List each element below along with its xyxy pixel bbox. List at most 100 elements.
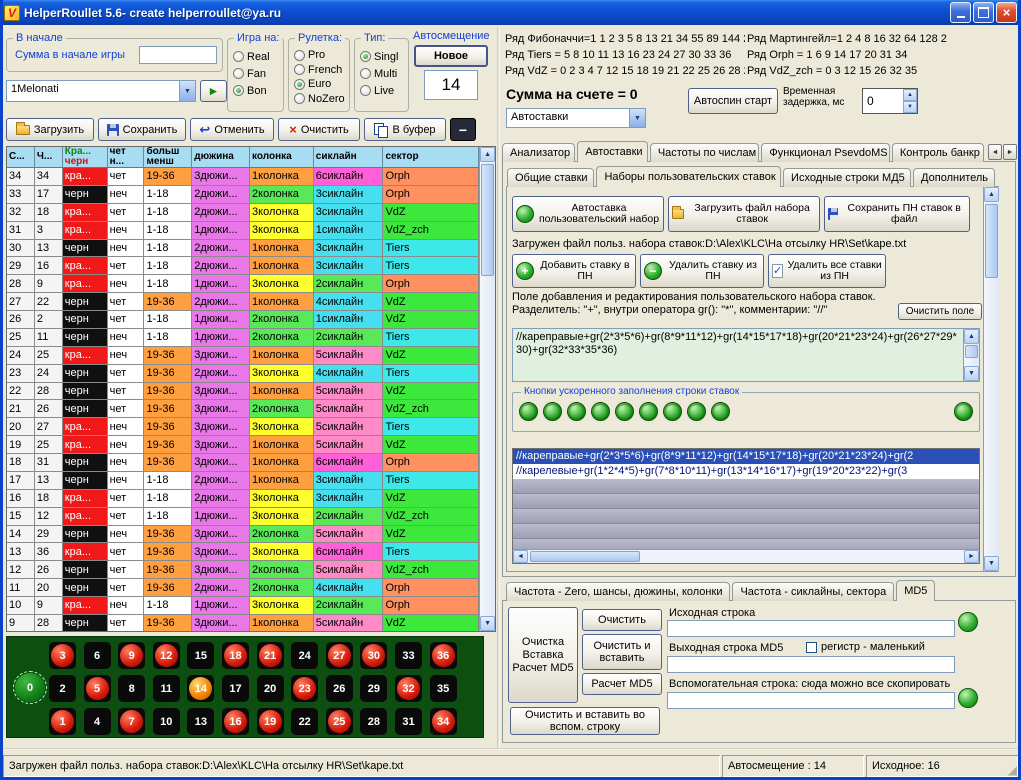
quick-fill-button-7[interactable] [663, 402, 682, 421]
roulette-number-10[interactable]: 10 [153, 708, 180, 735]
roulette-number-12[interactable]: 12 [153, 642, 180, 669]
table-row[interactable]: 2916кра...чет1-182дюжи...1колонка3сиклай… [7, 257, 479, 275]
roulette-number-32[interactable]: 32 [395, 675, 422, 702]
table-row[interactable]: 3317черннеч1-182дюжи...2колонка3сиклайнO… [7, 186, 479, 204]
radio-multi[interactable]: Multi [360, 65, 406, 82]
table-row[interactable]: 3434кра...чет19-363дюжи...1колонка6сикла… [7, 168, 479, 186]
roulette-number-26[interactable]: 26 [326, 675, 353, 702]
table-row[interactable]: 2425кра...неч19-363дюжи...1колонка5сикла… [7, 347, 479, 365]
tab-scroll-right-icon[interactable]: ► [1003, 144, 1017, 160]
sub-tab-1[interactable]: Общие ставки [507, 168, 594, 187]
scroll-down-icon[interactable]: ▼ [984, 556, 999, 571]
roulette-number-13[interactable]: 13 [187, 708, 214, 735]
table-scrollbar[interactable]: ▲ ▼ [479, 147, 495, 631]
radio-button-icon[interactable] [233, 51, 244, 62]
radio-live[interactable]: Live [360, 82, 406, 99]
freq-tab-2[interactable]: Частота - сиклайны, сектора [732, 582, 894, 601]
autobets-combo[interactable]: Автоставки ▼ [506, 108, 646, 128]
md5-clear-button[interactable]: Очистить [582, 609, 662, 631]
main-tab-2[interactable]: Автоставки [577, 141, 648, 162]
table-row[interactable]: 2126чернчет19-363дюжи...2колонка5сиклайн… [7, 400, 479, 418]
scrollbar-thumb[interactable] [530, 551, 640, 562]
radio-fan[interactable]: Fan [233, 65, 281, 82]
roulette-number-14[interactable]: 14 [187, 675, 214, 702]
clear-field-button[interactable]: Очистить поле [898, 303, 982, 320]
sub-tab-2[interactable]: Наборы пользовательских ставок [596, 166, 781, 187]
scrollbar-track[interactable] [984, 202, 999, 556]
quick-fill-button-4[interactable] [591, 402, 610, 421]
roulette-number-20[interactable]: 20 [257, 675, 284, 702]
md5-clear-paste-helper-button[interactable]: Очистить и вставить во вспом. строку [510, 707, 660, 735]
table-row[interactable]: 1831черннеч19-363дюжи...1колонка6сиклайн… [7, 454, 479, 472]
add-bet-button[interactable]: + Добавить ставку в ПН [512, 254, 636, 288]
spinner-down-icon[interactable]: ▼ [903, 101, 917, 113]
roulette-number-4[interactable]: 4 [84, 708, 111, 735]
play-button[interactable]: ► [200, 80, 227, 102]
md5-helper-ball-button[interactable] [958, 688, 978, 708]
radio-pro[interactable]: Pro [294, 48, 347, 63]
roulette-number-7[interactable]: 7 [118, 708, 145, 735]
autospin-start-button[interactable]: Автоспин старт [688, 88, 778, 114]
roulette-number-16[interactable]: 16 [222, 708, 249, 735]
spinner-up-icon[interactable]: ▲ [903, 89, 917, 101]
roulette-number-2[interactable]: 2 [49, 675, 76, 702]
scroll-down-icon[interactable]: ▼ [964, 366, 979, 381]
radio-bon[interactable]: Bon [233, 82, 281, 99]
table-row[interactable]: 1429черннеч19-363дюжи...2колонка5сиклайн… [7, 526, 479, 544]
tab-scroll-left-icon[interactable]: ◄ [988, 144, 1002, 160]
quick-fill-button-8[interactable] [687, 402, 706, 421]
table-row[interactable]: 1713черннеч1-182дюжи...1колонка3сиклайнT… [7, 472, 479, 490]
radio-button-icon[interactable] [294, 64, 305, 75]
delete-all-bets-button[interactable]: ✓ Удалить все ставки из ПН [768, 254, 886, 288]
sub-tab-4[interactable]: Дополнитель [913, 168, 995, 187]
scrollbar-track[interactable] [480, 162, 495, 616]
radio-button-icon[interactable] [233, 68, 244, 79]
table-row[interactable]: 289кра...неч1-181дюжи...3колонка2сиклайн… [7, 275, 479, 293]
scrollbar-thumb[interactable] [965, 345, 978, 358]
roulette-number-24[interactable]: 24 [291, 642, 318, 669]
bet-edit-field[interactable]: //кареправые+gr(2*3*5*6)+gr(8*9*11*12)+g… [512, 328, 980, 382]
autobet-user-set-button[interactable]: Автоставка пользовательский набор [512, 196, 664, 232]
md5-clear-paste-button[interactable]: Очистить и вставить [582, 634, 662, 670]
scrollbar-thumb[interactable] [481, 164, 494, 276]
scroll-up-icon[interactable]: ▲ [964, 329, 979, 344]
scroll-up-icon[interactable]: ▲ [480, 147, 495, 162]
roulette-number-8[interactable]: 8 [118, 675, 145, 702]
quick-fill-button-5[interactable] [615, 402, 634, 421]
roulette-number-3[interactable]: 3 [49, 642, 76, 669]
table-row[interactable]: 2228чернчет19-363дюжи...1колонка5сиклайн… [7, 383, 479, 401]
table-row[interactable]: 1618кра...чет1-182дюжи...3колонка3сиклай… [7, 490, 479, 508]
scroll-up-icon[interactable]: ▲ [984, 187, 999, 202]
roulette-number-33[interactable]: 33 [395, 642, 422, 669]
roulette-number-35[interactable]: 35 [430, 675, 457, 702]
scroll-left-icon[interactable]: ◄ [513, 550, 528, 563]
roulette-number-30[interactable]: 30 [360, 642, 387, 669]
list-item[interactable]: //кареправые+gr(2*3*5*6)+gr(8*9*11*12)+g… [513, 449, 979, 464]
roulette-number-11[interactable]: 11 [153, 675, 180, 702]
md5-calc-button[interactable]: Расчет MD5 [582, 673, 662, 695]
maximize-button[interactable] [973, 2, 994, 23]
save-button[interactable]: Сохранить [98, 118, 186, 141]
table-row[interactable]: 1226чернчет19-363дюжи...2колонка5сиклайн… [7, 561, 479, 579]
radio-french[interactable]: French [294, 63, 347, 78]
quick-fill-button-1[interactable] [519, 402, 538, 421]
radio-button-icon[interactable] [294, 79, 305, 90]
radio-button-icon[interactable] [294, 50, 305, 61]
table-row[interactable]: 2027кра...неч19-363дюжи...3колонка5сикла… [7, 418, 479, 436]
scrollbar-track[interactable] [528, 550, 964, 563]
quick-fill-button-6[interactable] [639, 402, 658, 421]
load-button[interactable]: Загрузить [6, 118, 94, 141]
radio-real[interactable]: Real [233, 48, 281, 65]
sub-tab-3[interactable]: Исходные строки МД5 [783, 168, 911, 187]
roulette-number-15[interactable]: 15 [187, 642, 214, 669]
copy-button[interactable]: В буфер [364, 118, 446, 141]
roulette-number-1[interactable]: 1 [49, 708, 76, 735]
list-item[interactable]: //карелевые+gr(1*2*4*5)+gr(7*8*10*11)+gr… [513, 464, 979, 479]
roulette-number-23[interactable]: 23 [291, 675, 318, 702]
radio-button-icon[interactable] [360, 68, 371, 79]
roulette-number-5[interactable]: 5 [84, 675, 111, 702]
roulette-number-18[interactable]: 18 [222, 642, 249, 669]
radio-button-icon[interactable] [294, 93, 305, 104]
freq-tab-3[interactable]: MD5 [896, 580, 935, 601]
load-bets-file-button[interactable]: Загрузить файл набора ставок [668, 196, 820, 232]
